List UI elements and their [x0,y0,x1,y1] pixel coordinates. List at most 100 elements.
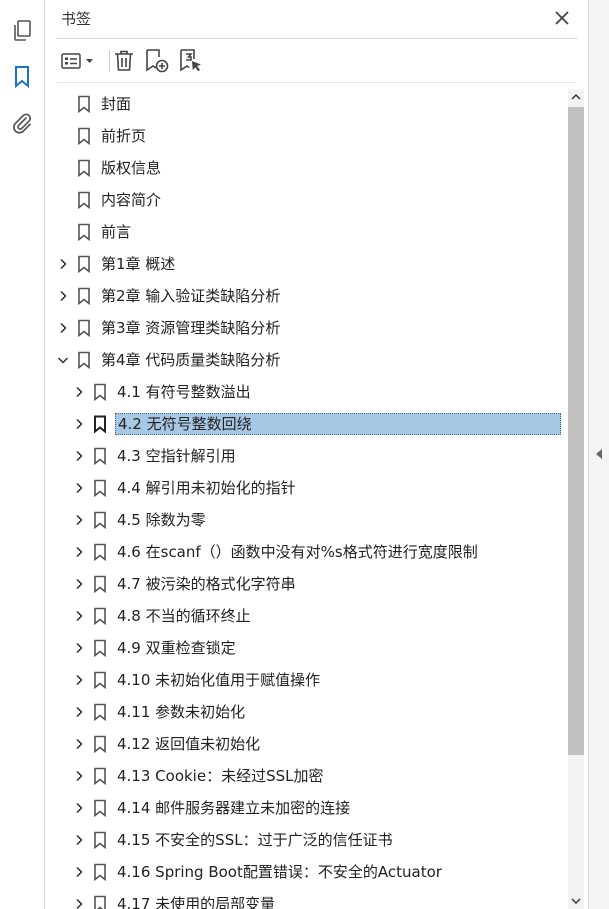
bookmark-label: 4.6 在scanf（）函数中没有对%s格式符进行宽度限制 [117,543,478,561]
bookmark-label: 4.12 返回值未初始化 [117,735,261,753]
bookmark-label: 4.17 未使用的局部变量 [117,895,276,909]
chevron-right-icon[interactable] [71,800,87,816]
bookmark-icon [77,223,91,242]
scroll-thumb[interactable] [568,107,584,755]
chevron-right-icon[interactable] [71,832,87,848]
bookmark-item[interactable]: 4.6 在scanf（）函数中没有对%s格式符进行宽度限制 [45,537,568,567]
bookmark-item[interactable]: 4.13 Cookie：未经过SSL加密 [45,761,568,791]
bookmark-icon [93,703,107,722]
bookmark-tree: 封面前折页版权信息内容简介前言第1章 概述第2章 输入验证类缺陷分析 第3章 资源… [45,89,568,909]
scroll-up-button[interactable] [568,89,584,105]
bookmark-from-selection-button[interactable] [177,46,205,76]
bookmark-item[interactable]: 4.9 双重检查锁定 [45,633,568,663]
bookmark-item[interactable]: 4.7 被污染的格式化字符串 [45,569,568,599]
bookmark-item[interactable]: 4.1 有符号整数溢出 [45,377,568,407]
vertical-scrollbar[interactable] [568,89,584,909]
chevron-right-icon[interactable] [71,736,87,752]
bookmark-item[interactable]: 4.15 不安全的SSL：过于广泛的信任证书 [45,825,568,855]
bookmark-label: 第1章 概述 [101,255,176,273]
chevron-right-icon[interactable] [55,288,71,304]
bookmark-item[interactable]: 4.4 解引用未初始化的指针 [45,473,568,503]
bookmark-label: 4.10 未初始化值用于赋值操作 [117,671,321,689]
bookmark-item[interactable]: 第3章 资源管理类缺陷分析 [45,313,568,343]
bookmark-item[interactable]: 前折页 [45,121,568,151]
bookmark-label: 4.3 空指针解引用 [117,447,236,465]
bookmark-label: 4.15 不安全的SSL：过于广泛的信任证书 [117,831,393,849]
bookmark-icon [77,351,91,370]
bookmark-item[interactable]: 第2章 输入验证类缺陷分析 [45,281,568,311]
bookmark-item[interactable]: 4.12 返回值未初始化 [45,729,568,759]
bookmark-label: 第4章 代码质量类缺陷分析 [101,351,281,369]
bookmark-icon [93,671,107,690]
bookmark-label: 4.8 不当的循环终止 [117,607,251,625]
bookmark-item[interactable]: 前言 [45,217,568,247]
bookmark-label: 4.4 解引用未初始化的指针 [117,479,296,497]
bookmark-item[interactable]: 4.14 邮件服务器建立未加密的连接 [45,793,568,823]
bookmark-item[interactable]: 4.16 Spring Boot配置错误：不安全的Actuator [45,857,568,887]
chevron-right-icon[interactable] [71,416,87,432]
bookmark-item[interactable]: 4.10 未初始化值用于赋值操作 [45,665,568,695]
chevron-right-icon[interactable] [71,768,87,784]
bookmark-item[interactable]: 版权信息 [45,153,568,183]
chevron-right-icon[interactable] [71,576,87,592]
scroll-down-button[interactable] [568,893,584,909]
bookmark-item[interactable]: 第1章 概述 [45,249,568,279]
bookmark-label: 4.14 邮件服务器建立未加密的连接 [117,799,351,817]
bookmark-icon [93,639,107,658]
bookmark-icon [93,767,107,786]
new-bookmark-button[interactable] [143,46,171,76]
bookmark-label: 4.13 Cookie：未经过SSL加密 [117,767,324,785]
title-divider [57,38,577,39]
toolbar-separator [109,50,110,72]
bookmark-label: 版权信息 [101,159,162,177]
bookmark-item[interactable]: 第4章 代码质量类缺陷分析 [45,345,568,375]
bookmark-icon [93,511,107,530]
bookmark-icon [93,831,107,850]
bookmark-item[interactable]: 4.17 未使用的局部变量 [45,889,568,909]
bookmark-label: 4.11 参数未初始化 [117,703,246,721]
chevron-right-icon[interactable] [71,448,87,464]
bookmark-label: 封面 [101,95,132,113]
options-button[interactable] [59,46,97,76]
panel-resize-area [588,0,609,909]
bookmark-icon [77,159,91,178]
bookmark-icon [93,735,107,754]
bookmark-label: 内容简介 [101,191,162,209]
chevron-right-icon[interactable] [55,256,71,272]
bookmark-label: 4.7 被污染的格式化字符串 [117,575,296,593]
bookmark-icon[interactable] [8,63,36,91]
collapse-panel-icon[interactable] [593,446,605,462]
chevron-right-icon[interactable] [55,320,71,336]
bookmark-item[interactable]: 内容简介 [45,185,568,215]
chevron-right-icon[interactable] [71,384,87,400]
bookmark-item[interactable]: 4.5 除数为零 [45,505,568,535]
chevron-right-icon[interactable] [71,640,87,656]
bookmark-icon [77,127,91,146]
attachment-icon[interactable] [8,109,36,137]
chevron-right-icon[interactable] [71,864,87,880]
pages-icon[interactable] [8,17,36,45]
toolbar-divider [57,82,577,83]
chevron-right-icon[interactable] [71,480,87,496]
bookmark-item[interactable]: 4.3 空指针解引用 [45,441,568,471]
chevron-right-icon[interactable] [71,512,87,528]
chevron-right-icon[interactable] [71,896,87,909]
chevron-right-icon[interactable] [71,544,87,560]
bookmark-icon [77,255,91,274]
chevron-right-icon[interactable] [71,672,87,688]
bookmark-icon [93,607,107,626]
chevron-right-icon[interactable] [71,704,87,720]
chevron-down-icon[interactable] [55,352,71,368]
bookmark-icon [77,319,91,338]
delete-bookmark-button[interactable] [111,46,137,76]
bookmark-icon [77,191,91,210]
bookmark-item[interactable]: 4.2 无符号整数回绕 [45,409,568,439]
bookmark-item[interactable]: 封面 [45,89,568,119]
bookmark-icon [93,543,107,562]
bookmarks-panel: 书签 封面 前折页 版权信息 内容简介 前言 第1章 概述 第2章 输入验证类缺… [45,0,588,909]
bookmark-item[interactable]: 4.8 不当的循环终止 [45,601,568,631]
bookmark-label: 4.9 双重检查锁定 [117,639,236,657]
chevron-right-icon[interactable] [71,608,87,624]
close-icon[interactable] [550,6,574,30]
bookmark-item[interactable]: 4.11 参数未初始化 [45,697,568,727]
